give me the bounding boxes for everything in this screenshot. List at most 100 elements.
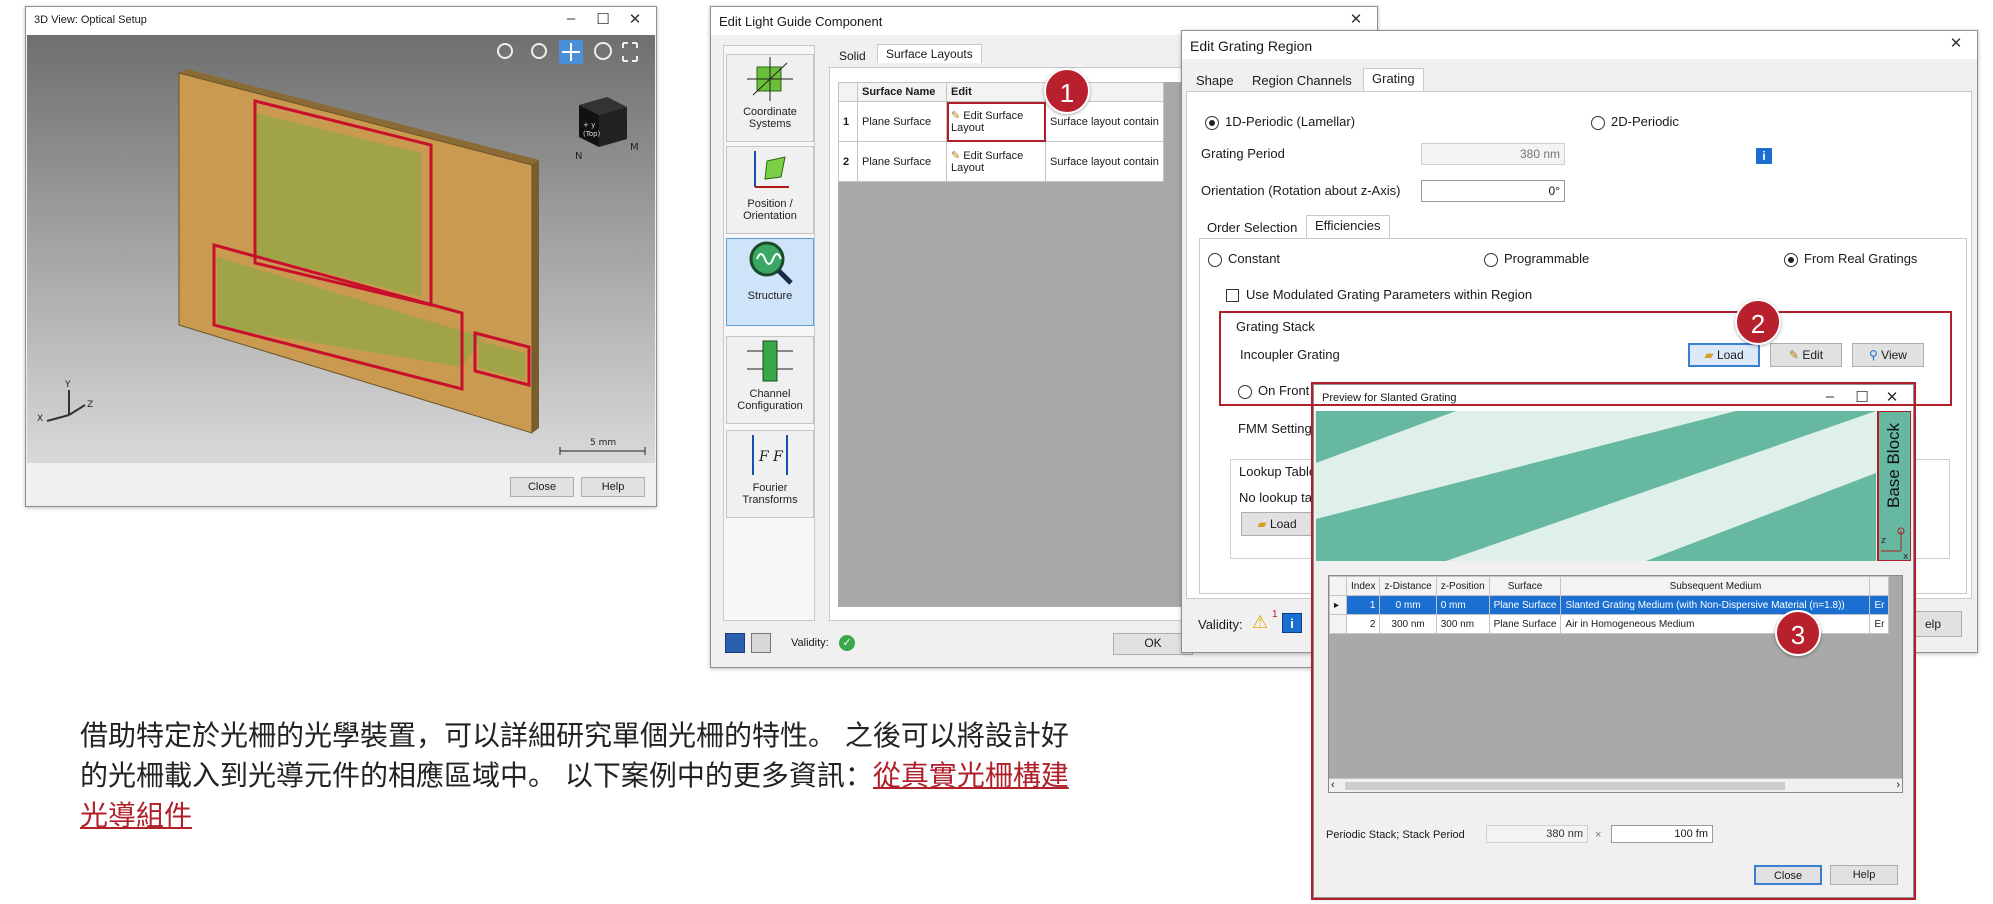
close-icon[interactable]: ✕ (1341, 10, 1371, 28)
sidebar-item-label: Coordinate Systems (743, 106, 797, 130)
pencil-icon: ✎ (951, 110, 961, 122)
sidebar-item-position-orientation[interactable]: Position / Orientation (726, 146, 814, 234)
tab-surface-layouts[interactable]: Surface Layouts (877, 44, 982, 63)
zoom-fit-icon (497, 43, 513, 59)
edit-surface-layout-label: Edit Surface Layout (951, 110, 1024, 134)
sidebar-item-label: Fourier Transforms (742, 482, 798, 506)
svg-text:(Top): (Top) (583, 130, 601, 138)
radio-2d-label: 2D-Periodic (1611, 114, 1679, 129)
scale-bar: 5 mm (559, 438, 646, 455)
pencil-icon: ✎ (951, 150, 961, 162)
tab-order-selection[interactable]: Order Selection (1199, 218, 1305, 237)
validity-ok-icon[interactable]: ✓ (839, 635, 855, 651)
light-guide-sidebar: Coordinate Systems Position / Orientatio… (723, 45, 815, 621)
lookup-load-button[interactable]: ▰ Load (1241, 512, 1313, 536)
sidebar-item-fourier-transforms[interactable]: F F Fourier Transforms (726, 430, 814, 518)
sidebar-item-channel-configuration[interactable]: Channel Configuration (726, 336, 814, 424)
info-icon[interactable]: i (1282, 613, 1302, 633)
channel-configuration-icon (747, 340, 793, 382)
grating-period-label: Grating Period (1201, 146, 1285, 161)
tab-shape[interactable]: Shape (1188, 71, 1242, 90)
table-row[interactable]: 1 Plane Surface ✎ Edit Surface Layout Su… (838, 101, 1164, 142)
svg-text:+ y: + y (583, 121, 595, 129)
structure-icon (749, 241, 793, 285)
scale-label: 5 mm (590, 438, 616, 448)
grating-region-titlebar: Edit Grating Region ✕ (1182, 31, 1977, 59)
folder-icon: ▰ (1257, 517, 1267, 531)
svg-text:N: N (575, 151, 582, 162)
tab-efficiencies[interactable]: Efficiencies (1306, 215, 1390, 239)
row-surface-name: Plane Surface (857, 101, 947, 142)
fourier-transforms-icon: F F (752, 435, 788, 475)
view3d-title: 3D View: Optical Setup (34, 14, 147, 26)
edit-surface-layout-button[interactable]: ✎ Edit Surface Layout (946, 101, 1046, 142)
view-toolbar[interactable] (497, 40, 638, 64)
table-row[interactable]: 2 Plane Surface ✎ Edit Surface Layout Su… (838, 141, 1164, 182)
modulated-checkbox[interactable] (1226, 289, 1239, 302)
save-icon[interactable] (725, 633, 745, 653)
radio-from-real-gratings[interactable] (1784, 253, 1798, 267)
close-button[interactable]: Close (510, 477, 574, 497)
minimize-icon[interactable]: – (556, 10, 586, 27)
radio-2d-periodic[interactable] (1591, 116, 1605, 130)
badge-2: 2 (1735, 299, 1781, 345)
catalog-icon[interactable] (751, 633, 771, 653)
info-icon[interactable]: i (1756, 148, 1772, 164)
help-label-partial: elp (1924, 617, 1941, 631)
tab-grating[interactable]: Grating (1363, 68, 1424, 92)
badge-3: 3 (1775, 610, 1821, 656)
radio-1d-label: 1D-Periodic (Lamellar) (1225, 114, 1356, 129)
maximize-icon[interactable]: ☐ (588, 10, 618, 28)
radio-programmable[interactable] (1484, 253, 1498, 267)
sidebar-item-label: Position / Orientation (743, 198, 797, 222)
lookup-load-label: Load (1269, 517, 1297, 531)
view3d-window: 3D View: Optical Setup – ☐ ✕ + y (Top) N… (25, 6, 657, 507)
lookup-table-text: No lookup ta (1239, 490, 1312, 505)
radio-real-label: From Real Gratings (1804, 251, 1918, 266)
radio-constant-label: Constant (1228, 251, 1281, 266)
badge-1: 1 (1044, 68, 1090, 114)
grating-region-title: Edit Grating Region (1190, 38, 1313, 54)
validity-label: Validity: (791, 637, 829, 649)
warning-count: 1 (1272, 609, 1278, 620)
validity-label: Validity: (1198, 617, 1243, 632)
edit-surface-layout-button[interactable]: ✎ Edit Surface Layout (946, 141, 1046, 182)
tab-region-channels[interactable]: Region Channels (1244, 71, 1360, 90)
table-header-edit: Edit (946, 82, 1046, 102)
orientation-field[interactable]: 0° (1421, 180, 1565, 202)
sidebar-item-coordinate-systems[interactable]: Coordinate Systems (726, 54, 814, 142)
table-header-surface-name: Surface Name (857, 82, 947, 102)
axis-triad: Y X Z (37, 380, 93, 424)
grating-period-field[interactable]: 380 nm (1421, 143, 1565, 165)
row-index: 2 (838, 141, 858, 182)
table-header-index (838, 82, 858, 102)
rotate-icon (594, 42, 612, 60)
row-index: 1 (838, 101, 858, 142)
warning-icon[interactable]: ⚠ (1252, 612, 1274, 632)
fmm-settings-label: FMM Settings (1238, 421, 1319, 436)
help-button[interactable]: Help (581, 477, 645, 497)
sidebar-item-label: Structure (747, 290, 793, 302)
light-guide-title: Edit Light Guide Component (719, 14, 883, 29)
row-surface-name: Plane Surface (857, 141, 947, 182)
svg-text:F F: F F (758, 449, 784, 465)
plate-edge (532, 160, 539, 433)
close-icon[interactable]: ✕ (1941, 34, 1971, 52)
edit-surface-layout-label: Edit Surface Layout (951, 150, 1024, 174)
position-orientation-icon (754, 151, 789, 188)
radio-1d-periodic[interactable] (1205, 116, 1219, 130)
close-icon[interactable]: ✕ (620, 10, 650, 28)
row-desc: Surface layout contain (1045, 141, 1164, 182)
zoom-icon (531, 43, 547, 59)
radio-programmable-label: Programmable (1504, 251, 1590, 266)
orientation-cube[interactable]: + y (Top) N M (575, 97, 639, 162)
fullscreen-icon (622, 42, 638, 62)
preview-highlight (1311, 382, 1916, 900)
lookup-table-group-label: Lookup Table (1239, 464, 1317, 479)
surface-table: Surface Name Edit 1 Plane Surface ✎ Edit… (838, 82, 1164, 182)
tab-solid[interactable]: Solid (831, 47, 874, 65)
view3d-canvas[interactable]: + y (Top) N M Y X Z 5 mm (27, 35, 655, 463)
axis-z-label: Z (87, 400, 93, 410)
radio-constant[interactable] (1208, 253, 1222, 267)
sidebar-item-structure[interactable]: Structure (726, 238, 814, 326)
